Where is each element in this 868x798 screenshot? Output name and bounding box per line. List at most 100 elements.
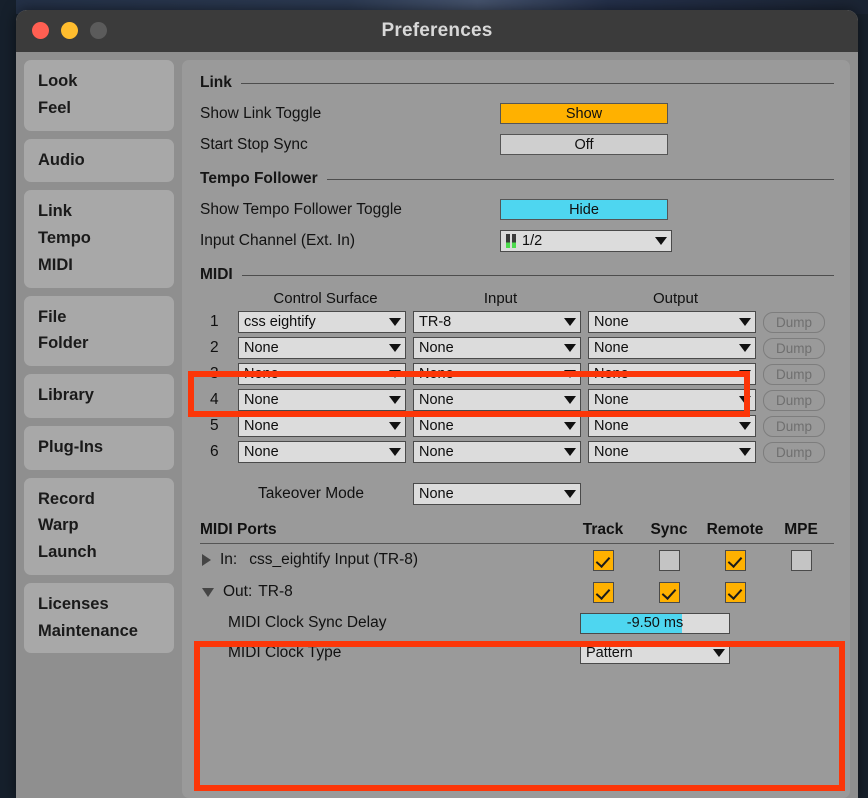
sidebar-group-look-feel: Look Feel: [24, 60, 174, 131]
sidebar-group-plugins: Plug-Ins: [24, 425, 174, 470]
table-row: 3 None None None Dump: [200, 361, 834, 387]
checkbox-track-in[interactable]: [592, 549, 614, 571]
input-value-4: None: [419, 392, 454, 408]
window-body: Look Feel Audio Link Tempo MIDI File Fol…: [16, 52, 858, 798]
window-title: Preferences: [381, 20, 493, 41]
show-link-toggle-button[interactable]: Show: [500, 103, 668, 124]
port-name-in[interactable]: In: css_eightify Input (TR-8): [200, 551, 570, 569]
column-header-remote: Remote: [706, 521, 764, 538]
show-tempo-follower-toggle-button[interactable]: Hide: [500, 199, 668, 220]
label-show-link-toggle: Show Link Toggle: [200, 104, 322, 122]
output-dropdown-5[interactable]: None: [588, 415, 756, 437]
output-dropdown-3[interactable]: None: [588, 363, 756, 385]
control-surface-dropdown-6[interactable]: None: [238, 441, 406, 463]
control-surface-value-2: None: [244, 340, 279, 356]
checkbox-remote-out[interactable]: [724, 581, 746, 603]
label-midi-clock-type: MIDI Clock Type: [228, 644, 342, 661]
row-input-channel: Input Channel (Ext. In) 1/2: [200, 225, 834, 256]
chevron-down-icon: [564, 490, 576, 498]
control-surface-dropdown-2[interactable]: None: [238, 337, 406, 359]
midi-ports-header: MIDI Ports Track Sync Remote MPE: [200, 521, 834, 539]
sidebar-item-maintenance[interactable]: Maintenance: [24, 618, 174, 645]
checkbox-remote-in[interactable]: [724, 549, 746, 571]
sidebar-item-feel[interactable]: Feel: [24, 95, 174, 122]
output-dropdown-1[interactable]: None: [588, 311, 756, 333]
sidebar-group-library: Library: [24, 374, 174, 418]
row-number: 4: [210, 391, 219, 408]
control-surface-dropdown-5[interactable]: None: [238, 415, 406, 437]
checkbox-sync-in[interactable]: [658, 549, 680, 571]
cell-mpe-in: [768, 549, 834, 571]
table-row: 2 None None None Dump: [200, 335, 834, 361]
row-number: 2: [210, 339, 219, 356]
dump-button-3: Dump: [763, 363, 825, 385]
input-value-2: None: [419, 340, 454, 356]
sidebar-item-record[interactable]: Record: [24, 486, 174, 513]
sidebar-item-launch[interactable]: Launch: [24, 539, 174, 566]
chevron-down-icon: [564, 396, 576, 404]
column-header-mpe: MPE: [784, 521, 818, 538]
midi-table-column-headers: Control Surface Input Output: [200, 290, 834, 307]
sidebar-item-look[interactable]: Look: [24, 68, 174, 95]
port-name-out[interactable]: Out: TR-8: [200, 583, 570, 601]
label-midi-clock-sync-delay: MIDI Clock Sync Delay: [228, 614, 387, 631]
chevron-down-icon: [739, 344, 751, 352]
sidebar-item-link[interactable]: Link: [24, 198, 174, 225]
checkbox-mpe-in[interactable]: [790, 549, 812, 571]
checkbox-sync-out[interactable]: [658, 581, 680, 603]
output-dropdown-6[interactable]: None: [588, 441, 756, 463]
row-number: 3: [210, 365, 219, 382]
table-row: 6 None None None Dump: [200, 439, 834, 465]
screenshot-root: Preferences Look Feel Audio Link Tempo M…: [0, 0, 868, 798]
sidebar-item-audio[interactable]: Audio: [24, 147, 174, 174]
sidebar-group-record-warp-launch: Record Warp Launch: [24, 477, 174, 575]
list-item: In: css_eightify Input (TR-8): [200, 544, 834, 576]
output-value-1: None: [594, 314, 629, 330]
input-dropdown-2[interactable]: None: [413, 337, 581, 359]
sidebar-item-file[interactable]: File: [24, 304, 174, 331]
input-dropdown-5[interactable]: None: [413, 415, 581, 437]
section-title-midi: MIDI: [200, 266, 233, 283]
sidebar-item-midi[interactable]: MIDI: [24, 252, 174, 279]
midi-clock-sync-delay-value: -9.50 ms: [626, 615, 684, 631]
sidebar-group-file-folder: File Folder: [24, 295, 174, 367]
input-dropdown-6[interactable]: None: [413, 441, 581, 463]
stereo-meter-icon: [506, 233, 516, 248]
takeover-mode-dropdown[interactable]: None: [413, 483, 581, 505]
cell-sync-out: [636, 581, 702, 603]
sidebar-item-warp[interactable]: Warp: [24, 512, 174, 539]
column-header-output: Output: [652, 290, 699, 307]
input-channel-value: 1/2: [522, 232, 543, 249]
row-show-tempo-follower-toggle: Show Tempo Follower Toggle Hide: [200, 194, 834, 225]
input-dropdown-1[interactable]: TR-8: [413, 311, 581, 333]
label-takeover-mode: Takeover Mode: [258, 485, 364, 502]
table-row: 4 None None None Dump: [200, 387, 834, 413]
midi-clock-type-dropdown[interactable]: Pattern: [580, 642, 730, 664]
checkbox-track-out[interactable]: [592, 581, 614, 603]
triangle-down-icon[interactable]: [202, 587, 214, 597]
chevron-down-icon: [739, 396, 751, 404]
input-dropdown-3[interactable]: None: [413, 363, 581, 385]
control-surface-dropdown-4[interactable]: None: [238, 389, 406, 411]
column-header-input: Input: [483, 290, 518, 307]
midi-clock-sync-delay-field[interactable]: -9.50 ms: [580, 612, 730, 634]
chevron-down-icon: [564, 318, 576, 326]
sidebar-item-licenses[interactable]: Licenses: [24, 591, 174, 618]
chevron-down-icon: [739, 422, 751, 430]
input-dropdown-4[interactable]: None: [413, 389, 581, 411]
triangle-right-icon[interactable]: [202, 554, 211, 566]
chevron-down-icon: [713, 649, 725, 657]
sidebar-item-folder[interactable]: Folder: [24, 330, 174, 357]
sidebar-item-library[interactable]: Library: [24, 382, 174, 409]
output-dropdown-2[interactable]: None: [588, 337, 756, 359]
sidebar-item-tempo[interactable]: Tempo: [24, 225, 174, 252]
chevron-down-icon: [655, 236, 667, 245]
control-surface-dropdown-1[interactable]: css eightify: [238, 311, 406, 333]
control-surface-dropdown-3[interactable]: None: [238, 363, 406, 385]
start-stop-sync-button[interactable]: Off: [500, 134, 668, 155]
output-value-4: None: [594, 392, 629, 408]
chevron-down-icon: [564, 344, 576, 352]
output-dropdown-4[interactable]: None: [588, 389, 756, 411]
input-channel-dropdown[interactable]: 1/2: [500, 229, 672, 252]
sidebar-item-plug-ins[interactable]: Plug-Ins: [24, 434, 174, 461]
